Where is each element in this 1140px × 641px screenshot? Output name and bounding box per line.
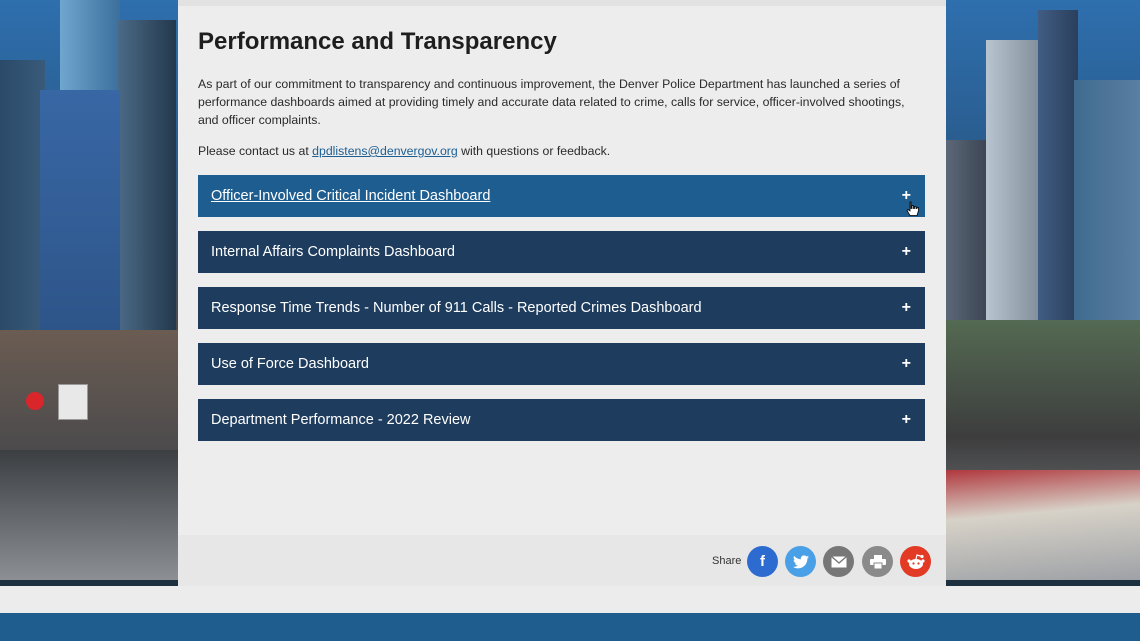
accordion-use-of-force[interactable]: Use of Force Dashboard + (198, 343, 925, 385)
left-city-scene (0, 0, 178, 580)
contact-email-link[interactable]: dpdlistens@denvergov.org (312, 144, 458, 158)
accordion-department-performance-2022[interactable]: Department Performance - 2022 Review + (198, 399, 925, 441)
intro-paragraph: As part of our commitment to transparenc… (198, 77, 905, 128)
accordion-internal-affairs-complaints[interactable]: Internal Affairs Complaints Dashboard + (198, 231, 925, 273)
accordion-label: Internal Affairs Complaints Dashboard (211, 244, 455, 260)
print-share-button[interactable] (862, 546, 893, 577)
panel-top-strip (178, 0, 946, 6)
accordion-label: Use of Force Dashboard (211, 356, 369, 372)
twitter-share-button[interactable] (785, 546, 816, 577)
accordion-label: Response Time Trends - Number of 911 Cal… (211, 300, 702, 316)
right-city-scene (946, 0, 1140, 580)
accordion-response-time-trends[interactable]: Response Time Trends - Number of 911 Cal… (198, 287, 925, 329)
share-bar: Share f (178, 535, 946, 586)
contact-prefix: Please contact us at (198, 144, 313, 158)
twitter-icon (792, 554, 809, 568)
accordion-label: Officer-Involved Critical Incident Dashb… (211, 188, 491, 204)
mouse-pointer-cursor-icon (906, 201, 919, 216)
footer-bar (0, 613, 1140, 641)
facebook-share-button[interactable]: f (747, 546, 778, 577)
print-icon (869, 554, 886, 569)
expand-plus-icon[interactable]: + (902, 355, 911, 373)
email-share-button[interactable] (823, 546, 854, 577)
expand-plus-icon[interactable]: + (902, 243, 911, 261)
contact-suffix: with questions or feedback. (457, 144, 611, 158)
accordion-officer-involved-critical-incident[interactable]: Officer-Involved Critical Incident Dashb… (198, 175, 925, 217)
facebook-icon: f (760, 553, 765, 570)
email-icon (830, 555, 847, 567)
reddit-share-button[interactable] (900, 546, 931, 577)
contact-line: Please contact us at dpdlistens@denvergo… (198, 144, 610, 158)
content-panel: Performance and Transparency As part of … (178, 0, 946, 586)
share-label: Share (712, 555, 742, 567)
page-title: Performance and Transparency (198, 28, 557, 55)
footer-spacer (0, 586, 1140, 613)
expand-plus-icon[interactable]: + (902, 299, 911, 317)
accordion-label: Department Performance - 2022 Review (211, 412, 471, 428)
reddit-icon (906, 553, 925, 569)
expand-plus-icon[interactable]: + (902, 411, 911, 429)
